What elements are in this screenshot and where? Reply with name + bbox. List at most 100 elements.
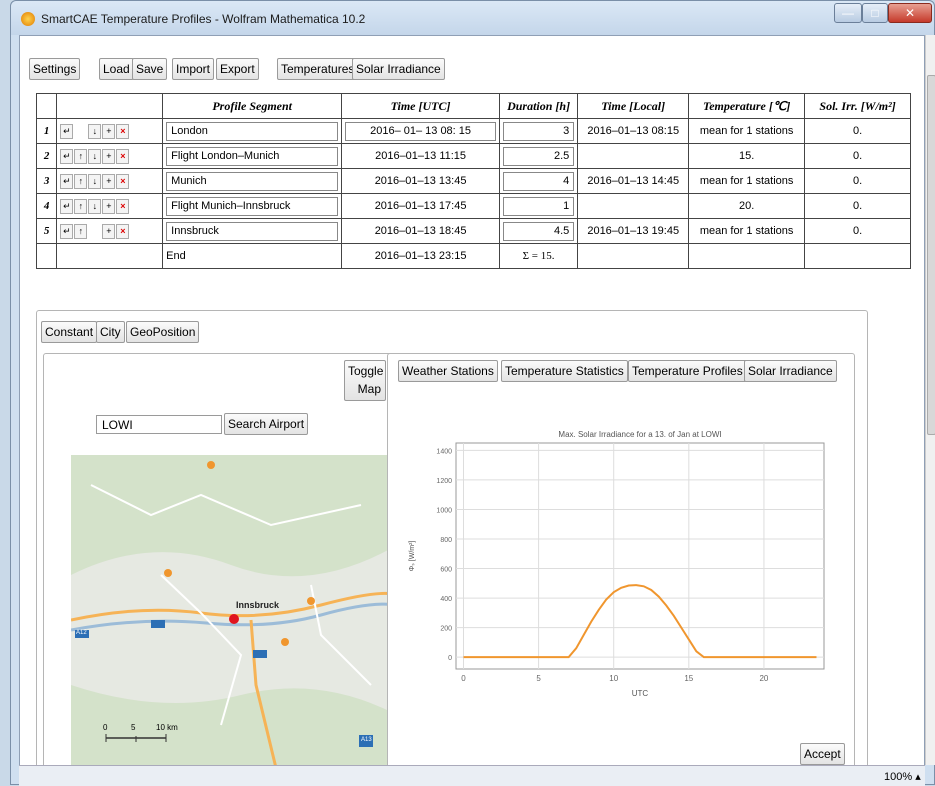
toggle-label: Toggle [348,364,384,378]
row-number: 2 [35,143,58,169]
temperature-statistics-tab[interactable]: Temperature Statistics [501,360,628,382]
y-tick-label: 400 [440,596,452,603]
load-button[interactable]: Load [99,58,134,80]
x-tick-label: 0 [461,674,466,683]
temperatures-button[interactable]: Temperatures [277,58,359,80]
sol-irr-cell: 0. [804,118,911,144]
solar-irradiance-chart: 0 5 10 15 200200400600800100012001400Max. So… [409,430,825,698]
accept-button[interactable]: Accept [800,743,845,765]
delete-icon[interactable]: × [116,223,130,239]
export-button[interactable]: Export [216,58,259,80]
plot-frame [455,442,825,670]
status-bar: 100% ▴ [19,765,925,786]
insert-icon[interactable]: ↵ [60,123,74,139]
time-utc-input[interactable]: 2016– 01– 13 08: 15 [345,121,496,141]
save-button[interactable]: Save [132,58,168,80]
move-down-icon[interactable]: ↓ [88,198,102,214]
import-button[interactable]: Import [172,58,215,80]
scale-5: 5 [131,723,136,732]
row-number: 3 [35,168,58,194]
minimize-button[interactable]: — [834,3,862,23]
constant-tab[interactable]: Constant [41,321,98,343]
table-row: 3 ↵ ↑ ↓ + × Munich 2016–01–13 13:45 4 2016–0… [35,168,911,194]
profile-table: Profile Segment Time [UTC] Duration [h] … [35,93,911,269]
zoom-level[interactable]: 100% ▴ [884,770,921,783]
temperature-profiles-tab[interactable]: Temperature Profiles [628,360,747,382]
search-airport-button[interactable]: Search Airport [224,413,309,435]
row-number: 4 [35,193,58,219]
close-button[interactable]: ✕ [888,3,932,23]
vertical-scrollbar[interactable] [925,35,935,765]
segment-name-input[interactable]: Flight London–Munich [166,146,339,166]
app-window: SmartCAE Temperature Profiles - Wolfram … [10,0,935,786]
move-up-icon[interactable]: ↑ [74,223,88,239]
temperature-cell: 20. [688,193,806,219]
y-tick-label: 600 [440,567,452,574]
weather-stations-tab[interactable]: Weather Stations [398,360,498,382]
duration-input[interactable]: 3 [502,121,575,141]
add-icon[interactable]: + [102,123,116,139]
move-down-icon[interactable]: ↓ [88,148,102,164]
delete-icon[interactable]: × [116,123,130,139]
header-duration: Duration [h] [498,93,579,119]
end-time: 2016–01–13 23:15 [341,243,500,269]
temperature-cell: mean for 1 stations [688,168,806,194]
map-panel: Search Airport ToggleMap Innsbruc [43,353,401,773]
sol-irr-cell: 0. [804,143,911,169]
y-tick-label: 200 [440,626,452,633]
toggle-map-button[interactable]: Toggle Map [344,360,386,401]
temperature-cell: mean for 1 stations [688,118,806,144]
x-axis-label: UTC [632,689,649,698]
segment-name-input[interactable]: Munich [166,171,339,191]
scrollbar-thumb[interactable] [927,75,935,435]
scale-0: 0 [103,723,108,732]
segment-name-input[interactable]: Flight Munich–Innsbruck [166,196,339,216]
delete-icon[interactable]: × [116,198,130,214]
map-label: Map [357,382,381,396]
solar-irradiance-button[interactable]: Solar Irradiance [352,58,445,80]
duration-input[interactable]: 4.5 [502,221,575,241]
move-up-icon[interactable]: ↑ [74,148,88,164]
insert-icon[interactable]: ↵ [60,198,74,214]
add-icon[interactable]: + [102,148,116,164]
sol-irr-cell: 0. [804,193,911,219]
time-utc-cell: 2016–01–13 17:45 [341,193,500,219]
maximize-button[interactable]: □ [862,3,888,23]
insert-icon[interactable]: ↵ [60,223,74,239]
title-bar[interactable]: SmartCAE Temperature Profiles - Wolfram … [11,1,934,35]
geoposition-tab[interactable]: GeoPosition [126,321,200,343]
move-up-icon[interactable]: ↑ [74,173,88,189]
y-tick-label: 1000 [436,507,452,514]
insert-icon[interactable]: ↵ [60,148,74,164]
time-local-cell [577,143,690,169]
segment-name-input[interactable]: London [166,121,339,141]
road-a12-label: A12 [76,630,87,636]
move-down-icon[interactable]: ↓ [88,173,102,189]
duration-input[interactable]: 1 [502,196,575,216]
duration-sum: Σ = 15. [498,243,579,269]
chart-title: Max. Solar Irradiance for a 13. of Jan a… [558,430,721,439]
delete-icon[interactable]: × [116,148,130,164]
add-icon[interactable]: + [102,173,116,189]
time-local-cell: 2016–01–13 19:45 [577,218,690,244]
sol-irr-cell: 0. [804,218,911,244]
time-local-cell: 2016–01–13 08:15 [577,118,690,144]
solar-irradiance-tab[interactable]: Solar Irradiance [744,360,837,382]
airport-search-input[interactable] [96,415,222,434]
map-view[interactable]: Innsbruck A12 A13 0 5 10 km [71,455,397,768]
add-icon[interactable]: + [102,223,116,239]
delete-icon[interactable]: × [116,173,130,189]
add-icon[interactable]: + [102,198,116,214]
move-down-icon[interactable]: ↓ [88,123,102,139]
duration-input[interactable]: 4 [502,171,575,191]
move-up-icon[interactable]: ↑ [74,198,88,214]
segment-name-input[interactable]: Innsbruck [166,221,339,241]
innsbruck-map-label: Innsbruck [236,600,280,610]
table-header-row: Profile Segment Time [UTC] Duration [h] … [35,93,911,119]
map-graphic [71,455,397,768]
window-title: SmartCAE Temperature Profiles - Wolfram … [41,12,366,26]
insert-icon[interactable]: ↵ [60,173,74,189]
duration-input[interactable]: 2.5 [502,146,575,166]
city-tab[interactable]: City [96,321,125,343]
settings-button[interactable]: Settings [29,58,81,80]
